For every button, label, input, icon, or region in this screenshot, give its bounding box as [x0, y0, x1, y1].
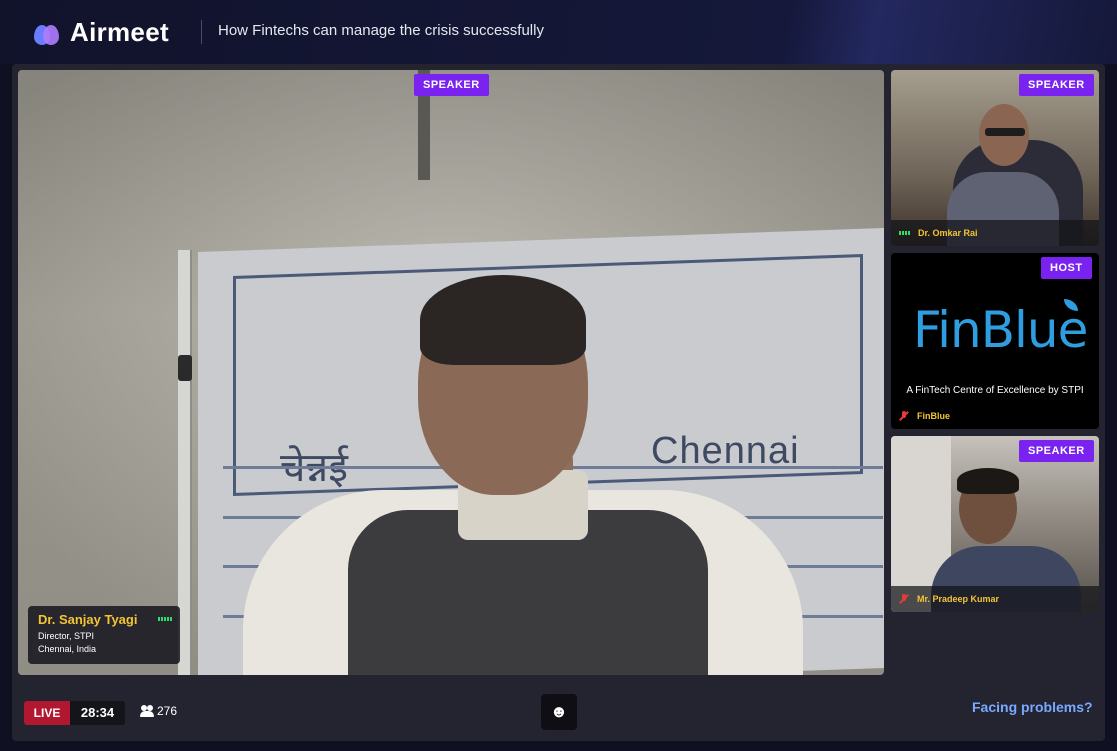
- participant-name: Dr. Omkar Rai: [918, 228, 978, 238]
- header-divider: [201, 20, 202, 44]
- participant-name: FinBlue: [917, 411, 950, 421]
- main-speaker-name-card: Dr. Sanjay Tyagi Director, STPI Chennai,…: [28, 606, 180, 664]
- main-speaker-badge: SPEAKER: [414, 74, 489, 96]
- audio-level-icon: [158, 617, 172, 621]
- participant-tile-pradeep-kumar[interactable]: Mr. Pradeep Kumar: [891, 436, 1099, 612]
- brand-name: Airmeet: [70, 17, 169, 47]
- main-speaker-name: Dr. Sanjay Tyagi: [38, 612, 138, 627]
- mic-muted-icon: [899, 411, 909, 421]
- audio-level-icon: [899, 231, 910, 235]
- live-indicator: LIVE: [24, 701, 70, 725]
- main-speaker-location: Chennai, India: [38, 644, 97, 654]
- mic-muted-icon: [899, 594, 909, 604]
- facing-problems-link[interactable]: Facing problems?: [972, 699, 1093, 715]
- viewer-count[interactable]: 276: [140, 704, 177, 718]
- users-icon: [140, 705, 154, 717]
- banner-stand: [178, 250, 192, 675]
- participant-tile-finblue[interactable]: FinBlue A FinTech Centre of Excellence b…: [891, 253, 1099, 429]
- participant-name: Mr. Pradeep Kumar: [917, 594, 1000, 604]
- event-title: How Fintechs can manage the crisis succe…: [218, 22, 544, 39]
- viewer-count-value: 276: [157, 704, 178, 718]
- participant-badge: SPEAKER: [1019, 440, 1094, 462]
- participant-tile-omkar-rai[interactable]: Dr. Omkar Rai: [891, 70, 1099, 246]
- finblue-tagline: A FinTech Centre of Excellence by STPI: [906, 385, 1084, 396]
- reaction-button[interactable]: ☻: [541, 694, 577, 730]
- finblue-logo: FinBlue: [913, 301, 1088, 359]
- main-speaker-title: Director, STPI: [38, 631, 95, 641]
- participant-badge: SPEAKER: [1019, 74, 1094, 96]
- main-speaker-video[interactable]: चेन्नई Chennai: [18, 70, 884, 675]
- airmeet-logo[interactable]: Airmeet: [32, 17, 169, 48]
- airmeet-drop-icon: [32, 19, 60, 47]
- top-bar: Airmeet How Fintechs can manage the cris…: [0, 0, 1117, 64]
- participant-badge: HOST: [1041, 257, 1092, 279]
- session-timer: 28:34: [70, 701, 125, 725]
